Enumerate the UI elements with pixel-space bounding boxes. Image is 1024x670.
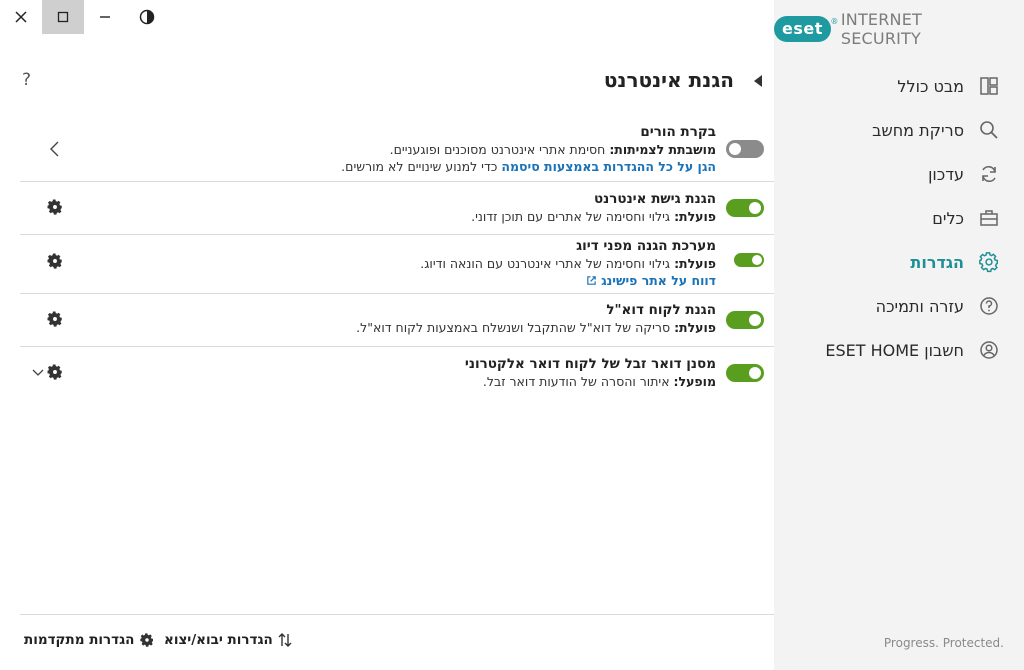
setting-text: הגנת גישת אינטרנט פועלת: גילוי וחסימה של… xyxy=(471,191,716,225)
setting-name: מסנן דואר זבל של לקוח דואר אלקטרוני xyxy=(464,356,716,372)
chevron-left-icon[interactable] xyxy=(48,140,60,158)
back-caret-icon[interactable] xyxy=(754,75,762,87)
setting-status: פועלת: גילוי וחסימה של אתרים עם תוכן זדו… xyxy=(471,209,716,224)
setting-row-web-access: הגנת גישת אינטרנט פועלת: גילוי וחסימה של… xyxy=(20,182,774,235)
sidebar-item-label: הגדרות xyxy=(910,252,964,272)
protect-settings-link[interactable]: הגן על כל ההגדרות באמצעות סיסמה xyxy=(501,159,716,174)
toggle-email-client[interactable] xyxy=(726,311,764,329)
gear-icon[interactable] xyxy=(46,252,64,270)
setting-row-antispam: מסנן דואר זבל של לקוח דואר אלקטרוני מופע… xyxy=(20,347,774,397)
gear-icon[interactable] xyxy=(46,198,64,216)
sidebar-item-label: עדכון xyxy=(928,164,964,184)
sidebar-item-overview[interactable]: מבט כולל xyxy=(774,64,1000,108)
gear-icon[interactable] xyxy=(46,363,64,381)
help-button[interactable]: ? xyxy=(22,70,31,90)
gear-icon xyxy=(140,633,154,647)
setting-text: מערכת הגנה מפני דיוג פועלת: גילוי וחסימה… xyxy=(420,238,716,289)
advanced-settings-label: הגדרות מתקדמות xyxy=(24,632,135,648)
report-phishing-row: דווח על אתר פישינג xyxy=(420,272,716,289)
account-icon xyxy=(978,339,1000,361)
footer-divider xyxy=(20,614,774,615)
sidebar-item-settings[interactable]: הגדרות xyxy=(774,240,1000,284)
setting-row-email-client: הגנת לקוח דוא"ל פועלת: סריקה של דוא"ל שה… xyxy=(20,294,774,347)
toggle-antispam[interactable] xyxy=(726,364,764,382)
setting-name: מערכת הגנה מפני דיוג xyxy=(576,238,716,254)
setting-row-anti-phishing: מערכת הגנה מפני דיוג פועלת: גילוי וחסימה… xyxy=(20,235,774,294)
setting-name: הגנת לקוח דוא"ל xyxy=(606,302,716,318)
product-name: INTERNET SECURITY xyxy=(840,10,923,48)
sidebar-item-scan[interactable]: סריקת מחשב xyxy=(774,108,1000,152)
sidebar-item-tools[interactable]: כלים xyxy=(774,196,1000,240)
setting-row-parental-control: בקרת הורים מושבתת לצמיתות: חסימת אתרי אי… xyxy=(20,118,774,182)
external-link-icon xyxy=(587,276,596,285)
setting-name: בקרת הורים xyxy=(640,124,716,140)
setting-status: מושבתת לצמיתות: חסימת אתרי אינטרנט מסוכנ… xyxy=(389,142,716,157)
import-export-button[interactable]: הגדרות יבוא/יצוא xyxy=(164,632,292,648)
help-icon xyxy=(978,295,1000,317)
refresh-icon xyxy=(978,163,1000,185)
gear-icon[interactable] xyxy=(46,310,64,328)
gear-icon xyxy=(978,251,1000,273)
sidebar-item-label: סריקת מחשב xyxy=(872,120,964,140)
briefcase-icon xyxy=(978,207,1000,229)
contrast-icon xyxy=(139,9,155,25)
maximize-button[interactable] xyxy=(42,0,84,34)
sidebar: eset ® INTERNET SECURITY מבט כולל סריקת מ… xyxy=(774,0,1024,670)
setting-status: פועלת: גילוי וחסימה של אתרי אינטרנט עם ה… xyxy=(420,256,716,271)
minimize-icon xyxy=(100,16,110,18)
setting-name: הגנת גישת אינטרנט xyxy=(593,191,716,207)
theme-toggle-button[interactable] xyxy=(126,0,168,34)
setting-text: מסנן דואר זבל של לקוח דואר אלקטרוני מופע… xyxy=(465,356,716,390)
import-export-label: הגדרות יבוא/יצוא xyxy=(164,632,273,648)
minimize-button[interactable] xyxy=(84,0,126,34)
advanced-settings-button[interactable]: הגדרות מתקדמות xyxy=(24,632,155,648)
toggle-web-access[interactable] xyxy=(726,199,764,217)
maximize-icon xyxy=(57,11,69,23)
setting-text: הגנת לקוח דוא"ל פועלת: סריקה של דוא"ל שה… xyxy=(356,302,716,336)
sidebar-item-update[interactable]: עדכון xyxy=(774,152,1000,196)
close-button[interactable] xyxy=(0,0,42,34)
logo-badge: eset ® xyxy=(774,16,838,42)
setting-status: פועלת: סריקה של דוא"ל שהתקבל ושנשלח באמצ… xyxy=(356,320,716,335)
sidebar-nav: מבט כולל סריקת מחשב עדכון כלים הגדרות עז… xyxy=(774,64,1000,372)
main-panel: ? הגנת אינטרנט בקרת הורים מושבתת לצמיתות… xyxy=(0,0,774,670)
sidebar-item-label: עזרה ותמיכה xyxy=(875,296,964,316)
sidebar-item-help[interactable]: עזרה ותמיכה xyxy=(774,284,1000,328)
setting-status: מופעל: איתור והסרה של הודעות דואר זבל. xyxy=(482,374,716,389)
search-icon xyxy=(978,119,1000,141)
chevron-down-icon[interactable] xyxy=(32,369,44,377)
setting-text: בקרת הורים מושבתת לצמיתות: חסימת אתרי אי… xyxy=(341,124,716,175)
sidebar-item-label: חשבון ESET HOME xyxy=(825,340,964,360)
tagline: Progress. Protected. xyxy=(883,636,1004,650)
toggle-parental-control[interactable] xyxy=(726,140,764,158)
dashboard-icon xyxy=(978,75,1000,97)
report-phishing-link[interactable]: דווח על אתר פישינג xyxy=(601,273,716,288)
sidebar-item-label: כלים xyxy=(932,208,964,228)
close-icon xyxy=(15,11,27,23)
import-export-icon xyxy=(278,633,292,647)
page-title: הגנת אינטרנט xyxy=(603,68,734,92)
toggle-anti-phishing[interactable] xyxy=(734,253,764,267)
eset-logo: eset ® INTERNET SECURITY xyxy=(774,10,990,48)
setting-password-hint: הגן על כל ההגדרות באמצעות סיסמה כדי למנו… xyxy=(341,159,716,174)
sidebar-item-label: מבט כולל xyxy=(897,76,964,96)
sidebar-item-eset-home[interactable]: חשבון ESET HOME xyxy=(774,328,1000,372)
